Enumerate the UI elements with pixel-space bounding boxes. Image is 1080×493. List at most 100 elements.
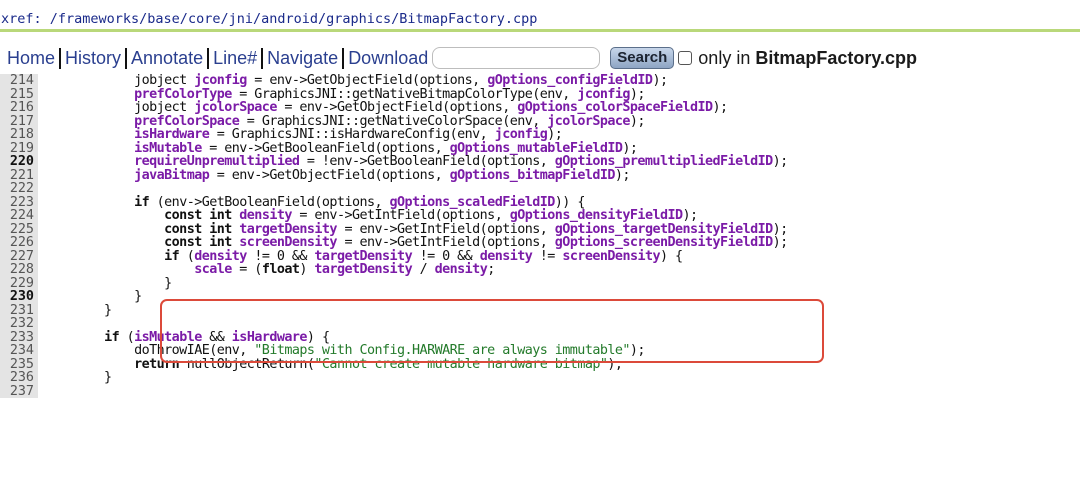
nav-bar: Home History Annotate Line# Navigate Dow… [7,44,917,72]
nav-separator [342,47,345,69]
code-text: isHardware = GraphicsJNI::isHardwareConf… [74,128,563,142]
code-line: 217 prefColorSpace = GraphicsJNI::getNat… [0,114,1080,129]
line-number[interactable]: 236 [0,371,38,385]
code-token: ); [772,154,789,169]
code-line: 224 const int density = env->GetIntField… [0,209,1080,223]
line-number[interactable]: 234 [0,344,38,358]
code-text: prefColorSpace = GraphicsJNI::getNativeC… [74,114,645,129]
code-text: isMutable = env->GetBooleanField(options… [74,141,638,156]
line-number[interactable]: 233 [0,330,38,344]
code-text: if (density != 0 && targetDensity != 0 &… [74,248,683,264]
code-identifier[interactable]: scale [194,262,232,277]
code-identifier[interactable]: javaBitmap [134,168,210,183]
search-input[interactable] [432,47,601,69]
line-number[interactable]: 230 [0,290,38,304]
line-number[interactable]: 217 [0,114,38,128]
code-line: 225 const int targetDensity = env->GetIn… [0,222,1080,237]
code-text: jobject jcolorSpace = env->GetObjectFiel… [74,101,728,115]
code-token: } [74,370,112,385]
line-number[interactable]: 229 [0,276,38,290]
nav-separator [207,47,210,69]
code-text: } [74,290,142,304]
line-number[interactable]: 216 [0,101,38,115]
line-number[interactable]: 237 [0,384,38,398]
code-line: 229 } [0,276,1080,291]
code-line: 218 isHardware = GraphicsJNI::isHardware… [0,128,1080,142]
code-text: const int screenDensity = env->GetIntFie… [74,236,788,250]
code-token: ); [614,167,631,183]
nav-line-number-link[interactable]: Line# [213,48,257,69]
code-token: / [412,262,435,277]
line-number[interactable]: 219 [0,141,38,155]
nav-separator [59,47,62,69]
code-token: = env->GetObjectField(options, [209,167,450,183]
code-token: ) [299,262,315,277]
line-number[interactable]: 221 [0,168,38,182]
code-text: scale = (float) targetDensity / density; [74,263,495,277]
code-identifier[interactable]: gOptions_bitmapFieldID [450,168,616,183]
nav-history-link[interactable]: History [65,48,121,69]
line-number[interactable]: 220 [0,155,38,169]
code-text: } [74,302,112,318]
code-line: 216 jobject jcolorSpace = env->GetObject… [0,101,1080,115]
search-button[interactable]: Search [610,47,675,69]
nav-separator [261,47,264,69]
code-line: 222 [0,182,1080,196]
nav-home-link[interactable]: Home [7,48,55,69]
code-text: requireUnpremultiplied = !env->GetBoolea… [74,155,788,169]
line-number[interactable]: 232 [0,317,38,331]
code-identifier[interactable]: density [435,262,488,277]
code-identifier[interactable]: screenDensity [562,249,660,264]
code-text: const int targetDensity = env->GetIntFie… [74,222,788,237]
xref-path[interactable]: /frameworks/base/core/jni/android/graphi… [42,11,538,27]
line-number[interactable]: 228 [0,263,38,277]
code-line: 214 jobject jconfig = env->GetObjectFiel… [0,74,1080,88]
only-in-label: only in [698,47,751,68]
line-number[interactable]: 231 [0,303,38,317]
code-line: 220 requireUnpremultiplied = !env->GetBo… [0,155,1080,169]
code-token: } [74,302,112,318]
line-number[interactable]: 224 [0,209,38,223]
code-text: } [74,276,172,291]
only-in-file-checkbox[interactable] [678,51,693,65]
code-line: 219 isMutable = env->GetBooleanField(opt… [0,141,1080,156]
only-in-filename: BitmapFactory.cpp [755,47,918,68]
code-text: const int density = env->GetIntField(opt… [74,209,698,223]
code-token: ; [487,262,495,277]
highlight-annotation-box [160,299,824,363]
code-keyword: float [261,262,300,277]
code-token: ) { [660,248,683,264]
code-line: 223 if (env->GetBooleanField(options, gO… [0,195,1080,210]
code-token: ); [712,100,729,115]
code-token: = ( [231,262,262,277]
nav-separator [125,47,128,69]
code-line: 227 if (density != 0 && targetDensity !=… [0,248,1080,264]
xref-label: xref: [1,11,42,27]
line-number[interactable]: 222 [0,182,38,196]
code-line: 221 javaBitmap = env->GetObjectField(opt… [0,167,1080,183]
code-line: 228 scale = (float) targetDensity / dens… [0,263,1080,277]
xref-path-bar: xref: /frameworks/base/core/jni/android/… [0,8,1080,32]
line-number[interactable]: 226 [0,236,38,250]
code-text: if (env->GetBooleanField(options, gOptio… [74,195,585,210]
code-line: 215 prefColorType = GraphicsJNI::getNati… [0,87,1080,101]
code-text: javaBitmap = env->GetObjectField(options… [74,167,631,183]
line-number[interactable]: 218 [0,128,38,142]
code-token: != [532,248,563,264]
line-number[interactable]: 235 [0,357,38,371]
code-identifier[interactable]: targetDensity [314,262,412,277]
nav-navigate-link[interactable]: Navigate [267,48,338,69]
code-text: jobject jconfig = env->GetObjectField(op… [74,73,668,88]
nav-annotate-link[interactable]: Annotate [131,48,203,69]
code-line: 236 } [0,371,1080,385]
code-token: ); [652,73,668,88]
line-number[interactable]: 227 [0,249,38,263]
code-text: } [74,371,112,385]
line-number[interactable]: 225 [0,222,38,236]
line-number[interactable]: 223 [0,195,38,209]
line-number[interactable]: 215 [0,87,38,101]
code-token: ); [772,235,789,250]
nav-download-link[interactable]: Download [348,48,428,69]
line-number[interactable]: 214 [0,74,38,88]
